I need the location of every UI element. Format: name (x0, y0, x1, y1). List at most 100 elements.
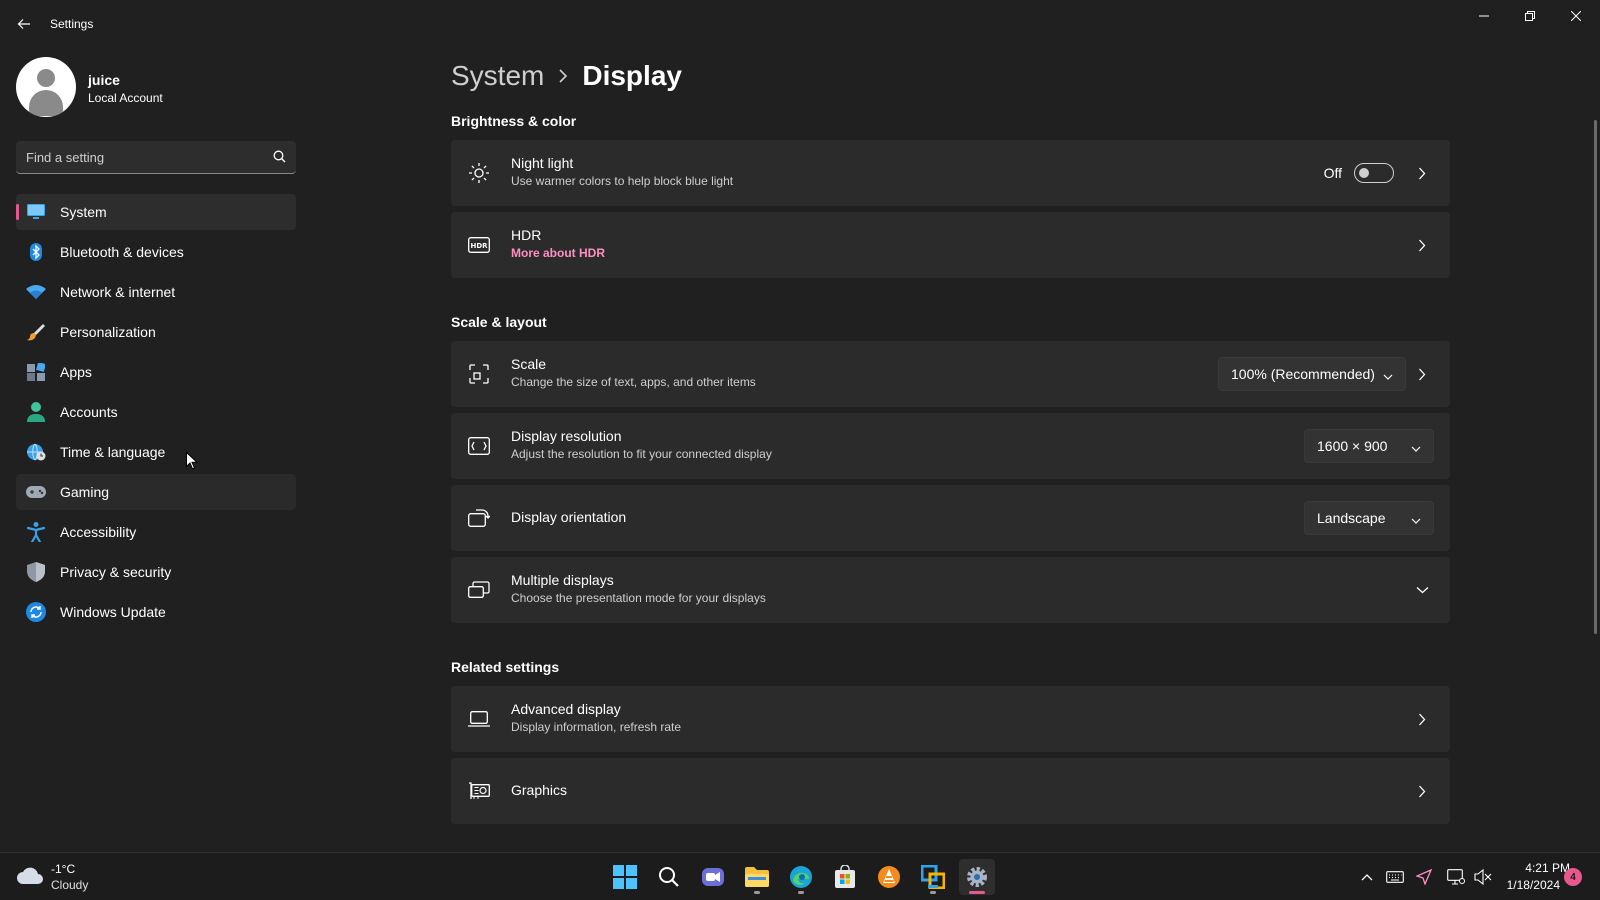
scale-value: 100% (Recommended) (1231, 366, 1375, 382)
restore-button[interactable] (1507, 0, 1553, 32)
sidebar-item-label: Bluetooth & devices (60, 244, 184, 260)
hdr-card[interactable]: HDR HDR More about HDR (451, 212, 1450, 278)
sidebar-item-system[interactable]: System (16, 194, 296, 230)
keyboard-icon[interactable] (1385, 867, 1405, 887)
display-orientation-card[interactable]: Display orientation Landscape (451, 485, 1450, 551)
sidebar-item-windows-update[interactable]: Windows Update (16, 594, 296, 630)
chevron-down-icon[interactable] (1414, 582, 1430, 598)
sidebar-item-privacy-security[interactable]: Privacy & security (16, 554, 296, 590)
sidebar-item-apps[interactable]: Apps (16, 354, 296, 390)
cloud-icon (16, 867, 44, 890)
graphics-icon (467, 779, 491, 803)
multiple-displays-subtitle: Choose the presentation mode for your di… (511, 591, 766, 605)
search-icon (659, 867, 679, 887)
close-button[interactable] (1553, 0, 1599, 32)
network-monitor-icon[interactable] (1446, 867, 1466, 887)
minimize-icon (1479, 15, 1489, 17)
graphics-card[interactable]: Graphics (451, 758, 1450, 824)
advanced-display-title: Advanced display (511, 701, 621, 717)
clock-date[interactable]: 1/18/2024 (1500, 878, 1560, 892)
globe-clock-icon (26, 442, 46, 462)
multiple-displays-card[interactable]: Multiple displays Choose the presentatio… (451, 557, 1450, 623)
hdr-title: HDR (511, 227, 542, 243)
advanced-display-card[interactable]: Advanced display Display information, re… (451, 686, 1450, 752)
vlc-cone-icon (878, 866, 900, 888)
weather-condition: Cloudy (51, 878, 89, 892)
sidebar-item-label: Accessibility (60, 524, 137, 540)
taskbar-file-explorer[interactable] (739, 859, 775, 895)
resolution-title: Display resolution (511, 428, 622, 444)
content-scrollbar[interactable] (1594, 120, 1597, 634)
chevron-down-icon (1411, 513, 1421, 529)
update-icon (26, 602, 46, 622)
orientation-dropdown[interactable]: Landscape (1304, 501, 1434, 535)
folder-icon (745, 867, 769, 887)
chevron-right-icon[interactable] (1414, 237, 1430, 253)
edge-browser-icon (790, 866, 812, 888)
resolution-subtitle: Adjust the resolution to fit your connec… (511, 447, 772, 461)
taskbar-remote-app[interactable] (915, 859, 951, 895)
graphics-title: Graphics (511, 782, 568, 798)
night-light-state: Off (1323, 165, 1342, 181)
sidebar-item-gaming[interactable]: Gaming (16, 474, 296, 510)
taskbar-store[interactable] (827, 859, 863, 895)
minimize-button[interactable] (1461, 0, 1507, 32)
display-resolution-card[interactable]: Display resolution Adjust the resolution… (451, 413, 1450, 479)
section-title-related: Related settings (451, 659, 560, 675)
more-about-hdr-link[interactable]: More about HDR (511, 246, 605, 260)
search-box (16, 141, 296, 174)
chevron-right-icon[interactable] (1414, 783, 1430, 799)
back-arrow-icon (17, 19, 30, 29)
settings-window: Settings juice Local Account System (0, 0, 1600, 852)
night-light-toggle[interactable] (1354, 163, 1394, 183)
sidebar-item-time-language[interactable]: Time & language (16, 434, 296, 470)
resolution-dropdown[interactable]: 1600 × 900 (1304, 429, 1434, 463)
scale-card[interactable]: Scale Change the size of text, apps, and… (451, 341, 1450, 407)
taskbar-settings[interactable] (959, 859, 995, 895)
back-button[interactable] (10, 12, 38, 36)
taskbar-search-button[interactable] (651, 859, 687, 895)
scale-title: Scale (511, 356, 547, 372)
clock-time[interactable]: 4:21 PM (1500, 861, 1570, 875)
search-icon[interactable] (273, 150, 286, 168)
mouse-cursor-icon (186, 451, 199, 475)
sidebar-item-personalization[interactable]: Personalization (16, 314, 296, 350)
multiple-displays-title: Multiple displays (511, 572, 614, 588)
breadcrumb-system[interactable]: System (451, 60, 544, 92)
sidebar-item-label: Network & internet (60, 284, 176, 300)
hdr-icon: HDR (467, 233, 491, 257)
notification-badge[interactable]: 4 (1564, 868, 1582, 886)
section-title-brightness: Brightness & color (451, 113, 577, 129)
sidebar-item-label: Accounts (60, 404, 118, 420)
search-input[interactable] (26, 141, 256, 173)
location-arrow-icon[interactable] (1414, 867, 1434, 887)
laptop-icon (467, 707, 491, 731)
scale-dropdown[interactable]: 100% (Recommended) (1218, 357, 1406, 391)
start-button[interactable] (607, 859, 643, 895)
chevron-right-icon[interactable] (1414, 366, 1430, 382)
svg-text:HDR: HDR (470, 242, 488, 250)
user-name: juice (88, 72, 120, 88)
sidebar-item-bluetooth[interactable]: Bluetooth & devices (16, 234, 296, 270)
sidebar-item-accessibility[interactable]: Accessibility (16, 514, 296, 550)
taskbar-vlc[interactable] (871, 859, 907, 895)
gear-icon (967, 867, 987, 887)
chevron-right-icon[interactable] (1414, 165, 1430, 181)
show-hidden-icons-chevron-up-icon[interactable] (1357, 867, 1377, 887)
scale-icon (467, 362, 491, 386)
taskbar: -1°C Cloudy 4:21 PM 1/18/2024 4 (0, 852, 1600, 900)
chevron-right-icon[interactable] (1414, 711, 1430, 727)
person-icon (26, 402, 46, 422)
advanced-display-subtitle: Display information, refresh rate (511, 720, 682, 734)
taskbar-edge[interactable] (783, 859, 819, 895)
close-icon (1571, 11, 1581, 21)
night-light-card[interactable]: Night light Use warmer colors to help bl… (451, 140, 1450, 206)
page-title: Display (582, 60, 682, 91)
sidebar-item-network[interactable]: Network & internet (16, 274, 296, 310)
weather-temperature: -1°C (51, 862, 76, 876)
sidebar-item-accounts[interactable]: Accounts (16, 394, 296, 430)
taskbar-chat-button[interactable] (695, 859, 731, 895)
volume-muted-icon[interactable] (1473, 867, 1493, 887)
sidebar-nav: System Bluetooth & devices Network & int… (16, 194, 296, 634)
wifi-icon (26, 282, 46, 302)
